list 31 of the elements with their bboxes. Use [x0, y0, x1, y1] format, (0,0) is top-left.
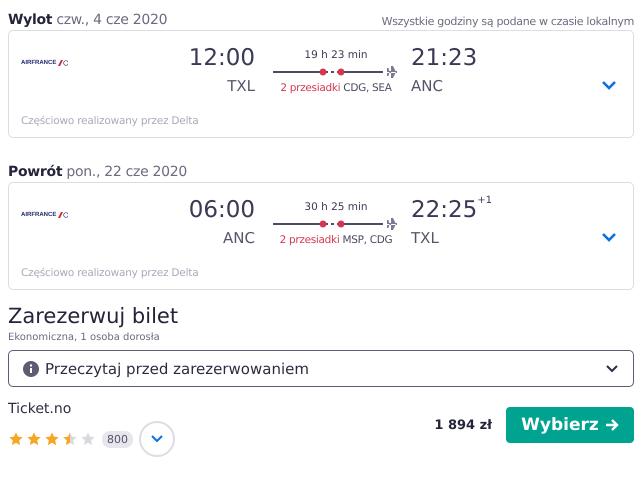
chevron-down-icon[interactable] — [601, 232, 617, 242]
departure-time: 06:00 — [188, 196, 255, 225]
price: 1 894 zł — [434, 418, 492, 432]
timezone-note: Wszystkie godziny są podane w czasie lokalnym — [382, 15, 634, 28]
departure-time: 12:00 — [188, 44, 255, 73]
route-line-icon — [273, 65, 399, 79]
booking-subtitle: Ekonomiczna, 1 osoba dorosła — [8, 332, 161, 343]
route-line-icon — [273, 217, 399, 231]
arrival-time: 21:23 — [411, 44, 478, 73]
flight-duration: 30 h 25 min — [303, 201, 369, 213]
arrival-airport: ANC — [411, 77, 444, 95]
chevron-down-icon[interactable] — [601, 80, 617, 90]
departure-airport: ANC — [222, 229, 255, 247]
stops-text: 2 przesiadki CDG, SEA — [279, 82, 393, 94]
provider-name: Ticket.no — [8, 401, 72, 417]
arrival-time: 22:25$^{+1}$ — [411, 195, 494, 225]
info-dropdown[interactable]: Przeczytaj przed zarezerwowaniem — [8, 350, 634, 387]
info-icon — [23, 360, 39, 376]
arrow-right-icon — [604, 418, 619, 432]
chevron-down-icon — [151, 435, 163, 443]
departure-airport: TXL — [226, 77, 255, 95]
flight-duration: 19 h 23 min — [303, 49, 369, 61]
review-count: 800 — [102, 430, 133, 448]
arrival-airport: TXL — [411, 229, 440, 247]
stops-text: 2 przesiadki MSP, CDG — [278, 234, 394, 246]
leg-title: Powrót pon., 22 cze 2020 — [8, 164, 187, 180]
operator-note: Częściowo realizowany przez Delta — [21, 267, 200, 279]
leg-title: Wylot czw., 4 cze 2020 — [8, 12, 168, 28]
chevron-down-icon — [605, 364, 619, 373]
booking-title: Zarezerwuj bilet — [8, 304, 180, 328]
operator-note: Częściowo realizowany przez Delta — [21, 115, 200, 127]
